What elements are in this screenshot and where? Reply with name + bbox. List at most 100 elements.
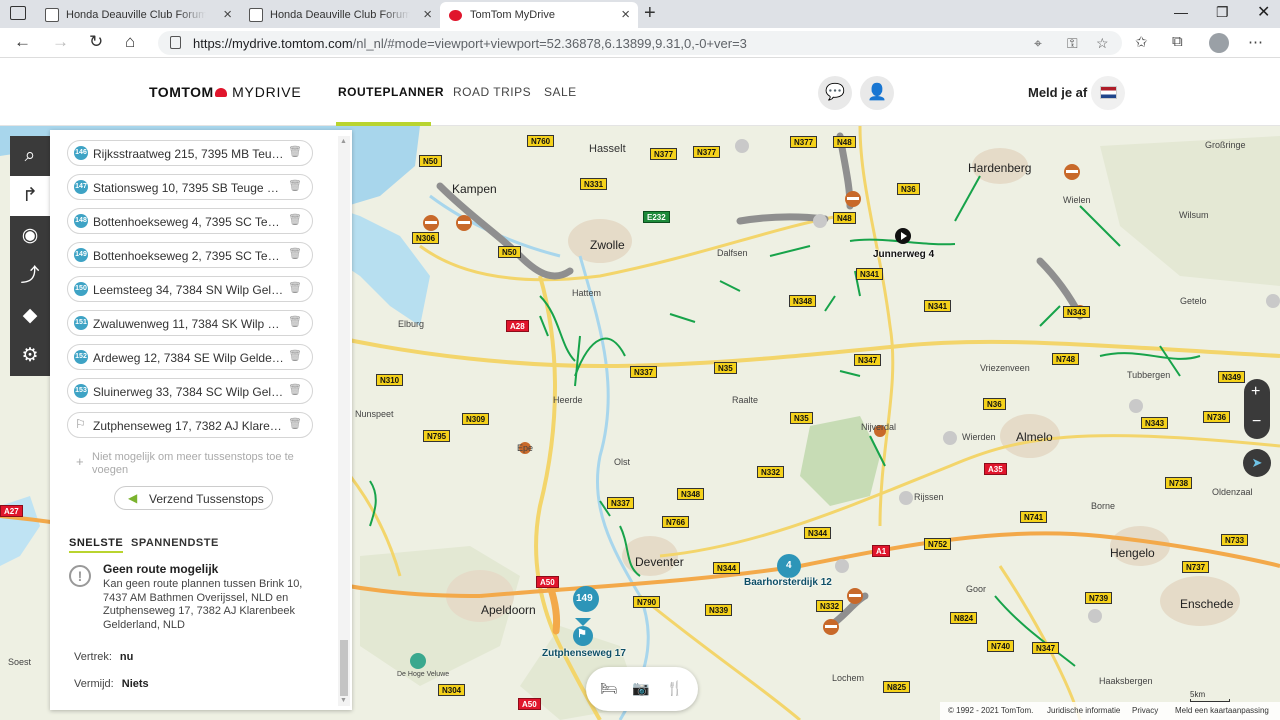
url-field[interactable]: https://mydrive.tomtom.com/nl_nl/#mode=v… [158, 31, 1122, 55]
tab-fastest[interactable]: SNELSTE [69, 537, 124, 553]
route-destination[interactable]: ⚐ Zutphenseweg 17, 7382 AJ Klarenbeek Ge… [67, 412, 313, 438]
close-tab-icon[interactable]: × [621, 6, 630, 23]
tab-actions-icon[interactable] [10, 6, 26, 20]
road-shield: N377 [790, 136, 818, 148]
close-tab-icon[interactable]: × [223, 6, 232, 23]
nav-road-trips[interactable]: ROAD TRIPS [453, 85, 531, 99]
zoom-out-icon[interactable]: − [1252, 413, 1261, 431]
route-stop[interactable]: 149 Bottenhoekseweg 2, 7395 SC Teuge Gel… [67, 242, 313, 268]
url-text[interactable]: https://mydrive.tomtom.com/nl_nl/#mode=v… [193, 36, 747, 51]
waypoint-cluster-badge[interactable]: 149 [576, 593, 593, 604]
forward-icon[interactable]: → [52, 32, 69, 52]
scale-label: 5km [1190, 690, 1206, 699]
scroll-up-icon[interactable]: ▲ [340, 138, 347, 145]
route-stop[interactable]: 148 Bottenhoekseweg 4, 7395 SC Teuge Gel… [67, 208, 313, 234]
add-favorite-icon[interactable]: ☆ [1096, 35, 1109, 52]
browser-tab-1[interactable]: Honda Deauville Club Forum - F × [36, 2, 240, 28]
collections-icon[interactable]: ⧉ [1172, 33, 1183, 50]
trash-icon[interactable]: 🗑 [288, 383, 302, 396]
depart-value[interactable]: nu [120, 651, 133, 663]
browser-tab-2[interactable]: Honda Deauville Club Forum - Pl × [240, 2, 440, 28]
restaurant-icon[interactable]: 🍴 [666, 680, 683, 697]
tomtom-favicon-icon [449, 10, 462, 21]
trash-icon[interactable]: 🗑 [288, 145, 302, 158]
minimize-icon[interactable]: — [1174, 4, 1188, 20]
stop-address[interactable]: Bottenhoekseweg 2, 7395 SC Teuge Gelderl… [93, 249, 285, 263]
nav-routeplanner[interactable]: ROUTEPLANNER [338, 85, 444, 99]
traffic-layers-icon[interactable]: ◆ [10, 296, 50, 336]
waypoint-label-start[interactable]: Junnerweg 4 [873, 249, 934, 260]
stop-number-badge: 146 [74, 146, 88, 160]
depart-option[interactable]: Vertrek: nu [74, 651, 133, 663]
finish-flag-icon[interactable]: ⚑ [577, 627, 587, 640]
stop-address[interactable]: Ardeweg 12, 7384 SE Wilp Gelderland, NLD [93, 351, 285, 365]
favorites-icon[interactable]: ✩ [1135, 33, 1148, 51]
stop-address[interactable]: Zwaluwenweg 11, 7384 SK Wilp Gelderland,… [93, 317, 285, 331]
stop-address[interactable]: Sluinerweg 33, 7384 SC Wilp Gelderland, … [93, 385, 285, 399]
reload-icon[interactable]: ↻ [89, 32, 103, 52]
panel-scrollbar[interactable]: ▲ ▼ [338, 136, 350, 706]
route-stop[interactable]: 150 Leemsteeg 34, 7384 SN Wilp Gelderlan… [67, 276, 313, 302]
trash-icon[interactable]: 🗑 [288, 179, 302, 192]
road-shield: N341 [924, 300, 952, 312]
send-stops-button[interactable]: ◀ Verzend Tussenstops [114, 486, 273, 510]
location-icon[interactable]: ⌖ [1034, 35, 1042, 52]
nav-sale[interactable]: SALE [544, 85, 577, 99]
camera-icon[interactable]: 📷 [632, 680, 649, 697]
waypoint-label-destination[interactable]: Zutphenseweg 17 [542, 648, 626, 659]
lock-icon[interactable] [170, 36, 181, 49]
close-tab-icon[interactable]: × [423, 6, 432, 23]
route-stop[interactable]: 152 Ardeweg 12, 7384 SE Wilp Gelderland,… [67, 344, 313, 370]
key-icon[interactable]: ⚿ [1067, 35, 1078, 52]
trash-icon[interactable]: 🗑 [288, 315, 302, 328]
privacy-link[interactable]: Privacy [1132, 706, 1158, 715]
route-stop[interactable]: 153 Sluinerweg 33, 7384 SC Wilp Gelderla… [67, 378, 313, 404]
trash-icon[interactable]: 🗑 [288, 213, 302, 226]
trash-icon[interactable]: 🗑 [288, 247, 302, 260]
more-menu-icon[interactable]: ⋯ [1248, 33, 1263, 51]
route-planner-icon[interactable]: ↱ [10, 176, 50, 216]
profile-avatar[interactable] [1209, 33, 1229, 53]
stop-address[interactable]: Zutphenseweg 17, 7382 AJ Klarenbeek Geld… [93, 419, 285, 433]
avoid-option[interactable]: Vermijd: Niets [74, 678, 149, 690]
scroll-down-icon[interactable]: ▼ [340, 697, 347, 704]
new-tab-icon[interactable]: + [644, 2, 656, 25]
tab-thrilling[interactable]: SPANNENDSTE [131, 537, 219, 549]
close-window-icon[interactable]: ✕ [1257, 2, 1270, 22]
route-stop[interactable]: 151 Zwaluwenweg 11, 7384 SK Wilp Gelderl… [67, 310, 313, 336]
settings-gear-icon[interactable]: ⚙ [10, 336, 50, 376]
logout-link[interactable]: Meld je af [1028, 85, 1087, 100]
route-stop[interactable]: 147 Stationsweg 10, 7395 SB Teuge Gelder… [67, 174, 313, 200]
tomtom-mydrive-logo[interactable]: TOMTOM MYDRIVE [149, 84, 301, 100]
my-places-icon[interactable]: ◉ [10, 216, 50, 256]
compass-icon[interactable]: ➤ [1243, 449, 1271, 477]
hotel-bed-icon[interactable]: 🛏 [600, 680, 618, 697]
report-map-link[interactable]: Meld een kaartaanpassing [1175, 706, 1269, 715]
trash-icon[interactable]: 🗑 [288, 349, 302, 362]
back-icon[interactable]: ← [14, 32, 31, 52]
home-icon[interactable]: ⌂ [125, 32, 135, 52]
legal-link[interactable]: Juridische informatie [1047, 706, 1120, 715]
trash-icon[interactable]: 🗑 [288, 417, 302, 430]
stop-address[interactable]: Stationsweg 10, 7395 SB Teuge Gelderland… [93, 181, 285, 195]
search-icon[interactable]: ⌕ [10, 136, 50, 176]
zoom-in-icon[interactable]: + [1251, 383, 1260, 401]
my-routes-icon[interactable]: ⤴ [10, 256, 50, 296]
help-chat-icon[interactable]: 💬 [818, 76, 852, 110]
waypoint-cluster-badge[interactable]: 4 [786, 560, 792, 571]
avoid-value[interactable]: Niets [122, 678, 149, 690]
trash-icon[interactable]: 🗑 [288, 281, 302, 294]
maximize-icon[interactable]: ❐ [1216, 4, 1229, 21]
road-shield: N349 [1218, 371, 1246, 383]
stop-address[interactable]: Bottenhoekseweg 4, 7395 SC Teuge Gelderl… [93, 215, 285, 229]
account-icon[interactable]: 👤 [860, 76, 894, 110]
browser-tab-3-active[interactable]: TomTom MyDrive × [440, 2, 638, 28]
route-stop[interactable]: 146 Rijksstraatweg 215, 7395 MB Teuge Ge… [67, 140, 313, 166]
address-bar: ← → ↻ ⌂ https://mydrive.tomtom.com/nl_nl… [0, 28, 1280, 58]
waypoint-label[interactable]: Baarhorsterdijk 12 [744, 577, 832, 588]
road-shield: N337 [630, 366, 658, 378]
stop-address[interactable]: Rijksstraatweg 215, 7395 MB Teuge Gelder… [93, 147, 285, 161]
dutch-flag-icon[interactable] [1100, 86, 1117, 99]
scrollbar-thumb[interactable] [340, 640, 348, 696]
stop-address[interactable]: Leemsteeg 34, 7384 SN Wilp Gelderland, N… [93, 283, 285, 297]
